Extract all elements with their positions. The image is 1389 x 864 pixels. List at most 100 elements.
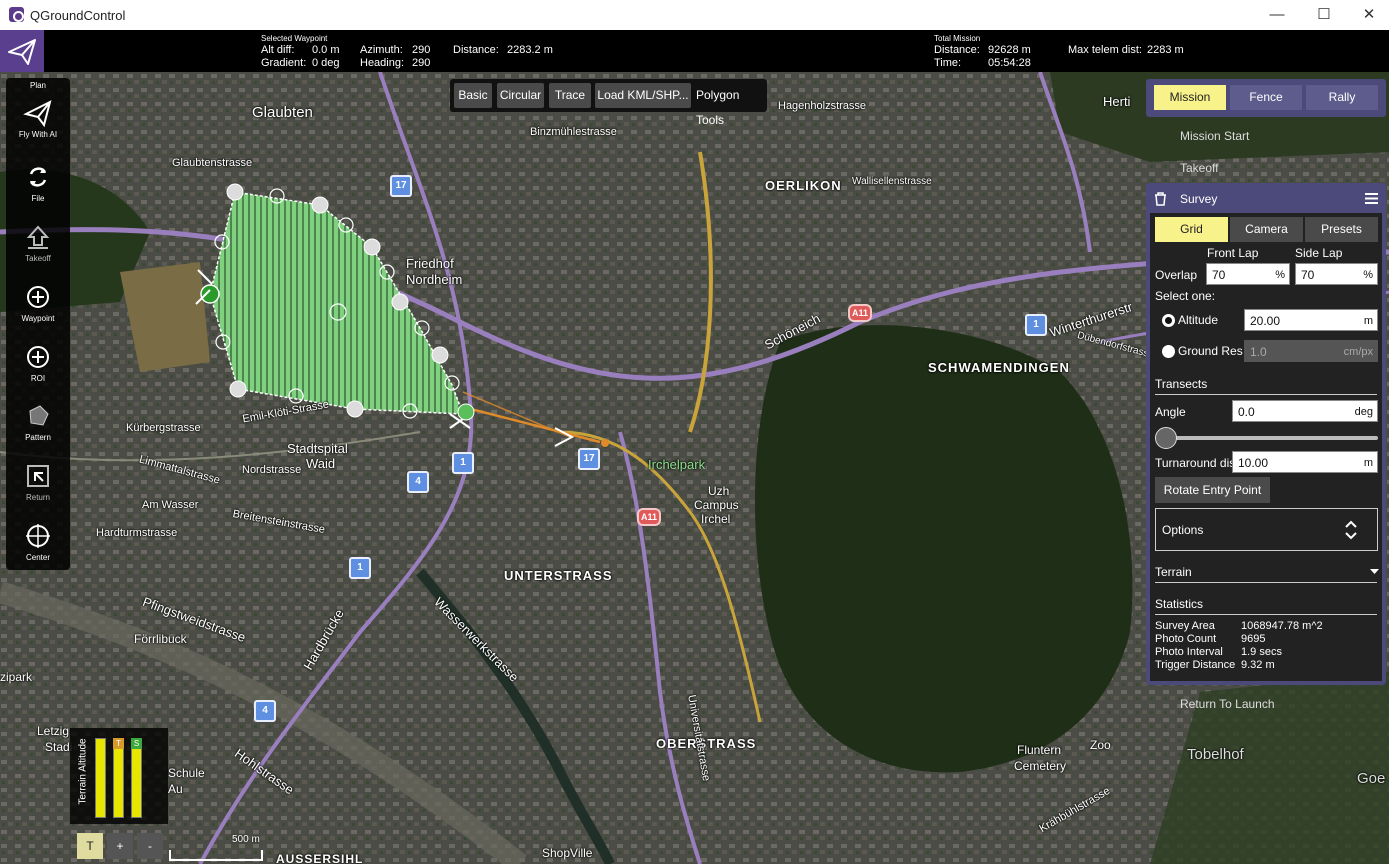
- map-label-waid: Waid: [306, 456, 336, 471]
- front-lap-unit: %: [1275, 269, 1285, 281]
- turnaround-input[interactable]: 10.00 m: [1232, 451, 1378, 473]
- map-label-shopville: ShopVille: [542, 846, 593, 860]
- tab-fence[interactable]: Fence: [1230, 85, 1302, 110]
- transects-divider: [1155, 394, 1377, 395]
- angle-unit: deg: [1354, 406, 1373, 418]
- stat-value: 1.9 secs: [1241, 646, 1282, 658]
- total-distance-value: 92628 m: [988, 44, 1031, 56]
- route-shield-17: 17: [578, 448, 600, 470]
- map-label-zipark: zipark: [0, 670, 33, 684]
- zoom-in-button[interactable]: +: [107, 833, 133, 859]
- altitude-unit: m: [1363, 315, 1373, 327]
- map-label-schwamendingen: SCHWAMENDINGEN: [928, 360, 1070, 375]
- paper-plane-icon: [23, 100, 52, 128]
- close-button[interactable]: ✕: [1355, 5, 1383, 25]
- gradient-value: 0 deg: [312, 57, 340, 69]
- map-label-nordheim: Nordheim: [406, 272, 463, 287]
- side-lap-value: 70: [1301, 268, 1315, 282]
- plan-view-button[interactable]: [0, 30, 44, 72]
- max-telem-label: Max telem dist:: [1068, 44, 1142, 56]
- map-label-nordstrasse: Nordstrasse: [242, 464, 302, 476]
- survey-title: Survey: [1180, 192, 1218, 206]
- transects-label: Transects: [1155, 377, 1208, 391]
- options-dropdown[interactable]: Options: [1155, 508, 1378, 551]
- takeoff-label: Takeoff: [25, 254, 51, 263]
- angle-input[interactable]: 0.0 deg: [1232, 400, 1378, 422]
- map-label-aussersihl: AUSSERSIHL: [276, 852, 364, 864]
- altitude-radio[interactable]: [1162, 314, 1175, 327]
- stat-value: 9.32 m: [1241, 659, 1275, 671]
- heading-label: Heading:: [360, 57, 405, 69]
- alt-diff-label: Alt diff:: [261, 44, 295, 56]
- survey-tab-presets[interactable]: Presets: [1305, 217, 1378, 242]
- zoom-out-button[interactable]: -: [137, 833, 163, 859]
- front-lap-label: Front Lap: [1207, 246, 1259, 260]
- polygon-circular-button[interactable]: Circular: [497, 83, 544, 108]
- terrain-section-label[interactable]: Terrain: [1155, 565, 1192, 579]
- chevron-up-down-icon: [1345, 520, 1357, 540]
- map-label-binzmuehlestrasse: Binzmühlestrasse: [530, 126, 617, 138]
- map-label-oerlikon: OERLIKON: [765, 178, 842, 193]
- time-label: Time:: [934, 57, 962, 69]
- tab-mission[interactable]: Mission: [1154, 85, 1226, 110]
- altitude-label: Altitude: [1178, 313, 1219, 327]
- side-lap-input[interactable]: 70%: [1295, 263, 1378, 285]
- ground-res-label: Ground Res: [1178, 344, 1243, 358]
- survey-tab-grid[interactable]: Grid: [1155, 217, 1228, 242]
- center-button[interactable]: Center: [6, 521, 70, 562]
- qgc-window: QGroundControl — ☐ ✕ Selected Waypoint A…: [0, 0, 1389, 864]
- polygon-trace-button[interactable]: Trace: [549, 83, 591, 108]
- minimize-button[interactable]: —: [1263, 5, 1291, 25]
- waypoint-plus-icon: [27, 286, 49, 308]
- mission-start-item[interactable]: Mission Start: [1180, 129, 1249, 143]
- front-lap-value: 70: [1212, 268, 1226, 282]
- window-title: QGroundControl: [30, 8, 126, 23]
- survey-tab-camera[interactable]: Camera: [1230, 217, 1303, 242]
- ground-res-input[interactable]: 1.0 cm/px: [1244, 340, 1378, 362]
- side-lap-unit: %: [1363, 269, 1373, 281]
- rotate-entry-point-button[interactable]: Rotate Entry Point: [1155, 477, 1270, 503]
- front-lap-input[interactable]: 70%: [1206, 263, 1290, 285]
- return-to-launch-item[interactable]: Return To Launch: [1180, 697, 1275, 711]
- polygon-basic-button[interactable]: Basic: [454, 83, 492, 108]
- waypoint-button[interactable]: Waypoint: [6, 282, 70, 323]
- altitude-input[interactable]: 20.00 m: [1244, 309, 1378, 331]
- ground-res-radio[interactable]: [1162, 345, 1175, 358]
- tab-rally[interactable]: Rally: [1306, 85, 1378, 110]
- file-button[interactable]: File: [6, 162, 70, 203]
- turnaround-value: 10.00: [1238, 456, 1269, 470]
- route-shield-4: 4: [407, 471, 429, 493]
- statistics-divider: [1155, 614, 1377, 615]
- terrain-altitude-label: Terrain Altitude: [77, 738, 89, 805]
- angle-slider-thumb[interactable]: [1155, 427, 1177, 449]
- qgc-app-icon: [9, 7, 24, 22]
- roi-button[interactable]: ROI: [6, 342, 70, 383]
- takeoff-item[interactable]: Takeoff: [1180, 161, 1218, 175]
- hamburger-menu-icon[interactable]: [1364, 192, 1379, 205]
- file-sync-icon: [29, 167, 47, 187]
- ground-res-value: 1.0: [1250, 345, 1267, 359]
- angle-slider-track[interactable]: [1158, 436, 1378, 440]
- azimuth-label: Azimuth:: [360, 44, 403, 56]
- load-kml-shp-button[interactable]: Load KML/SHP...: [595, 83, 691, 108]
- maximize-button[interactable]: ☐: [1310, 5, 1338, 25]
- distance-value: 2283.2 m: [507, 44, 553, 56]
- return-button[interactable]: Return: [6, 461, 70, 502]
- terrain-toggle-button[interactable]: T: [77, 833, 103, 859]
- plan-toolbar: Plan Fly With AI File Takeoff Waypoint R…: [6, 78, 70, 570]
- plan-mode-tabs: Mission Fence Rally: [1146, 79, 1386, 117]
- paper-plane-icon: [8, 39, 36, 65]
- trash-icon[interactable]: [1154, 192, 1167, 206]
- map-label-goe: Goe: [1357, 770, 1386, 787]
- chevron-down-icon[interactable]: [1370, 569, 1379, 575]
- fly-with-ai-button[interactable]: Fly With AI: [6, 98, 70, 139]
- altitude-value: 20.00: [1250, 314, 1281, 328]
- map-label-hardturmstrasse: Hardturmstrasse: [96, 527, 178, 539]
- survey-editor: Survey Grid Camera Presets Front Lap Sid…: [1146, 183, 1386, 685]
- takeoff-button[interactable]: Takeoff: [6, 222, 70, 263]
- pattern-button[interactable]: Pattern: [6, 401, 70, 442]
- crosshair-icon: [26, 524, 50, 548]
- waypoint-label: Waypoint: [21, 314, 55, 323]
- window-titlebar: QGroundControl — ☐ ✕: [0, 0, 1389, 30]
- map-label-irchel: Irchel: [701, 512, 731, 526]
